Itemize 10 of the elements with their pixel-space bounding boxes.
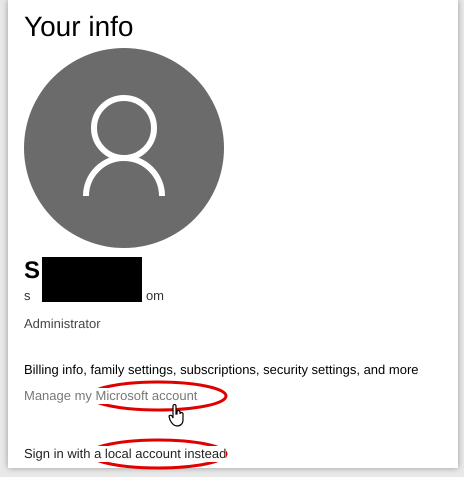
email-end: om xyxy=(146,288,164,304)
page-title: Your info xyxy=(24,10,134,44)
account-name: S xyxy=(24,256,40,286)
avatar-icon xyxy=(24,48,224,248)
billing-description: Billing info, family settings, subscriptions, security settings, and more xyxy=(24,362,419,378)
account-role: Administrator xyxy=(24,316,101,332)
local-account-link[interactable]: Sign in with a local account instead xyxy=(24,446,226,462)
hand-cursor-icon xyxy=(168,404,186,428)
email-start: s xyxy=(24,288,30,304)
manage-account-link[interactable]: Manage my Microsoft account xyxy=(24,388,198,404)
